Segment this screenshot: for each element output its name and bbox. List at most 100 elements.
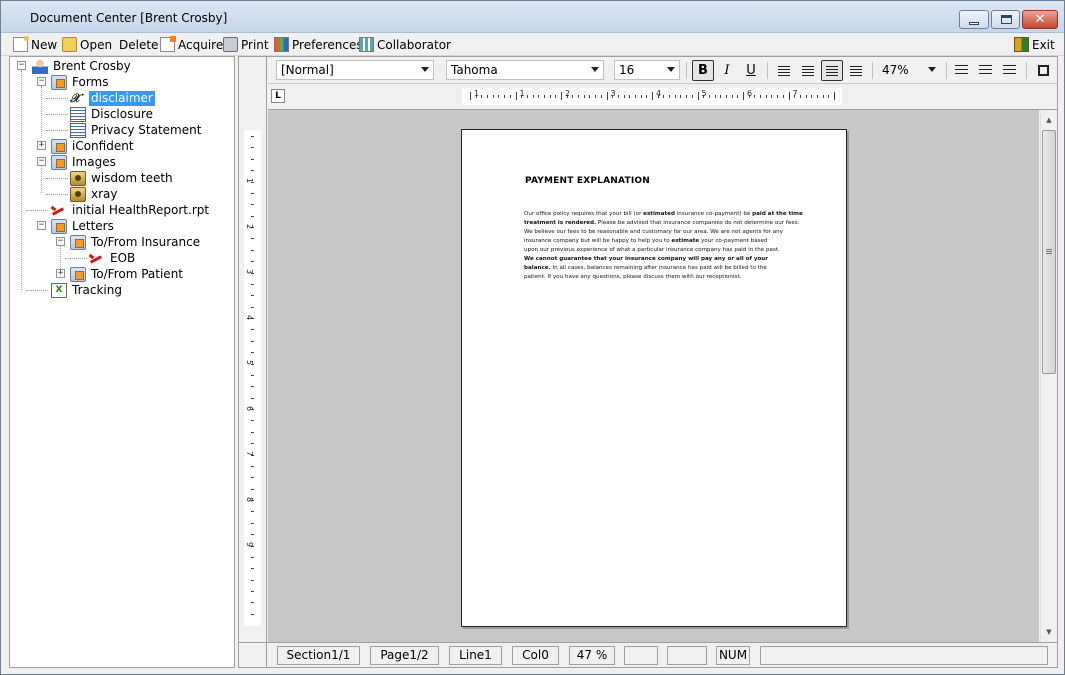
status-empty-1: [624, 646, 658, 665]
italic-button[interactable]: I: [716, 60, 738, 81]
print-button[interactable]: Print: [223, 35, 269, 54]
collaborator-button[interactable]: Collaborator: [359, 35, 451, 54]
tree-item-eob[interactable]: EOB: [89, 250, 137, 266]
vertical-scrollbar[interactable]: ▲ ▼: [1040, 110, 1057, 642]
tree-item-privacy-statement[interactable]: Privacy Statement: [70, 122, 203, 138]
font-size-value: 16: [619, 63, 635, 77]
tree-item-label: xray: [91, 186, 118, 201]
tree-item-images[interactable]: Images: [51, 154, 118, 170]
tree-item-disclaimer[interactable]: 𝒳 disclaimer: [70, 90, 155, 106]
document-text-run: patient. If you have any questions, plea…: [524, 274, 742, 280]
align-right-icon: [802, 66, 814, 76]
camera-image-icon: [70, 170, 86, 186]
align-center-button[interactable]: [821, 60, 843, 81]
align-left-button[interactable]: [773, 60, 795, 81]
expand-iconfident-toggle[interactable]: +: [37, 141, 46, 150]
document-page[interactable]: PAYMENT EXPLANATION Our office policy re…: [461, 129, 847, 627]
tree-item-label: wisdom teeth: [91, 170, 173, 185]
tree-item-to-from-insurance[interactable]: To/From Insurance: [70, 234, 202, 250]
bold-button[interactable]: B: [692, 60, 714, 81]
ruler-tick: [754, 95, 756, 98]
numbered-list-button[interactable]: [950, 60, 972, 81]
folder-icon: [70, 234, 86, 250]
scroll-down-arrow-icon[interactable]: ▼: [1041, 624, 1057, 640]
tree-item-label: initial HealthReport.rpt: [72, 202, 210, 217]
minimize-button[interactable]: [959, 10, 989, 29]
tree-item-letters[interactable]: Letters: [51, 218, 116, 234]
collaborator-icon: [359, 37, 374, 52]
zoom-select[interactable]: 47%: [877, 60, 941, 80]
align-left-icon: [778, 66, 790, 76]
folder-icon: [51, 154, 67, 170]
exit-door-icon: [1014, 37, 1029, 52]
collapse-images-toggle[interactable]: −: [37, 157, 46, 166]
ruler-tick: [743, 92, 744, 100]
horizontal-ruler[interactable]: 1 1 2 3 4 5 6 7: [462, 88, 842, 105]
ruler-tick: [470, 92, 471, 100]
collapse-forms-toggle[interactable]: −: [37, 77, 46, 86]
exit-button[interactable]: Exit: [1014, 35, 1055, 54]
tree-item-tracking[interactable]: Tracking: [51, 282, 124, 298]
ruler-tick: [686, 95, 688, 98]
tree-item-label: Tracking: [72, 282, 122, 297]
print-label: Print: [241, 37, 269, 52]
tree-item-health-report[interactable]: initial HealthReport.rpt: [51, 202, 211, 218]
ruler-tick: [538, 95, 540, 98]
tree-item-wisdom-teeth[interactable]: wisdom teeth: [70, 170, 175, 186]
ruler-tick: [251, 386, 254, 388]
align-right-button[interactable]: [797, 60, 819, 81]
style-select[interactable]: [Normal]: [276, 60, 434, 80]
new-button[interactable]: New: [13, 35, 57, 54]
tree-item-forms[interactable]: Forms: [51, 74, 110, 90]
acquire-button[interactable]: Acquire: [160, 35, 223, 54]
ruler-number: 7: [792, 89, 798, 98]
ruler-tick: [251, 329, 254, 331]
delete-button[interactable]: Delete: [119, 35, 158, 54]
tree-item-label: disclaimer: [89, 90, 155, 106]
ruler-number: 1: [474, 89, 480, 98]
page-layout-button[interactable]: [1032, 60, 1054, 81]
scroll-up-arrow-icon[interactable]: ▲: [1041, 112, 1057, 128]
ruler-number: 1: [519, 89, 525, 98]
tree-item-to-from-patient[interactable]: To/From Patient: [70, 266, 185, 282]
tab-type-button[interactable]: L: [271, 89, 285, 103]
tree-item-xray[interactable]: xray: [70, 186, 120, 202]
underline-button[interactable]: U: [740, 60, 762, 81]
tree-item-label: Forms: [72, 74, 109, 89]
tree-item-iconfident[interactable]: iConfident: [51, 138, 136, 154]
ruler-tick: [251, 579, 254, 581]
preferences-button[interactable]: Preferences: [274, 35, 363, 54]
ruler-tick: [509, 95, 511, 98]
document-line: patient. If you have any questions, plea…: [524, 273, 836, 282]
ruler-tick: [515, 92, 517, 100]
collapse-letters-toggle[interactable]: −: [37, 221, 46, 230]
document-canvas[interactable]: PAYMENT EXPLANATION Our office policy re…: [268, 110, 1039, 642]
document-body[interactable]: Our office policy requires that your bil…: [524, 210, 836, 282]
ruler-tick: [714, 95, 716, 98]
document-tree: − Brent Crosby − Forms 𝒳 disclaimer Disc…: [9, 56, 235, 668]
ruler-number: 1: [245, 177, 255, 184]
tree-item-brent-crosby[interactable]: Brent Crosby: [32, 58, 133, 74]
status-line: Line1: [449, 646, 502, 665]
open-button[interactable]: Open: [62, 35, 112, 54]
tree-item-label: iConfident: [72, 138, 134, 153]
vertical-ruler[interactable]: 1 2 3 4 5 6 7 8 9: [244, 130, 261, 626]
bullet-list-button[interactable]: [974, 60, 996, 81]
close-button[interactable]: ✕: [1022, 10, 1058, 29]
justify-button[interactable]: [845, 60, 867, 81]
ruler-tick: [595, 95, 597, 98]
new-document-icon: [13, 36, 29, 52]
scrollbar-thumb[interactable]: [1042, 130, 1056, 374]
outline-list-button[interactable]: [998, 60, 1020, 81]
ruler-tick: [492, 95, 494, 98]
open-label: Open: [80, 37, 113, 52]
tree-item-disclosure[interactable]: Disclosure: [70, 106, 155, 122]
document-line: We cannot guarantee that your insurance …: [524, 255, 836, 264]
ruler-tick: [251, 249, 254, 251]
collapse-to-from-insurance-toggle[interactable]: −: [56, 237, 65, 246]
maximize-button[interactable]: [991, 10, 1020, 29]
font-select[interactable]: Tahoma: [446, 60, 604, 80]
collapse-root-toggle[interactable]: −: [17, 61, 26, 70]
expand-to-from-patient-toggle[interactable]: +: [56, 269, 65, 278]
font-size-select[interactable]: 16: [614, 60, 680, 80]
